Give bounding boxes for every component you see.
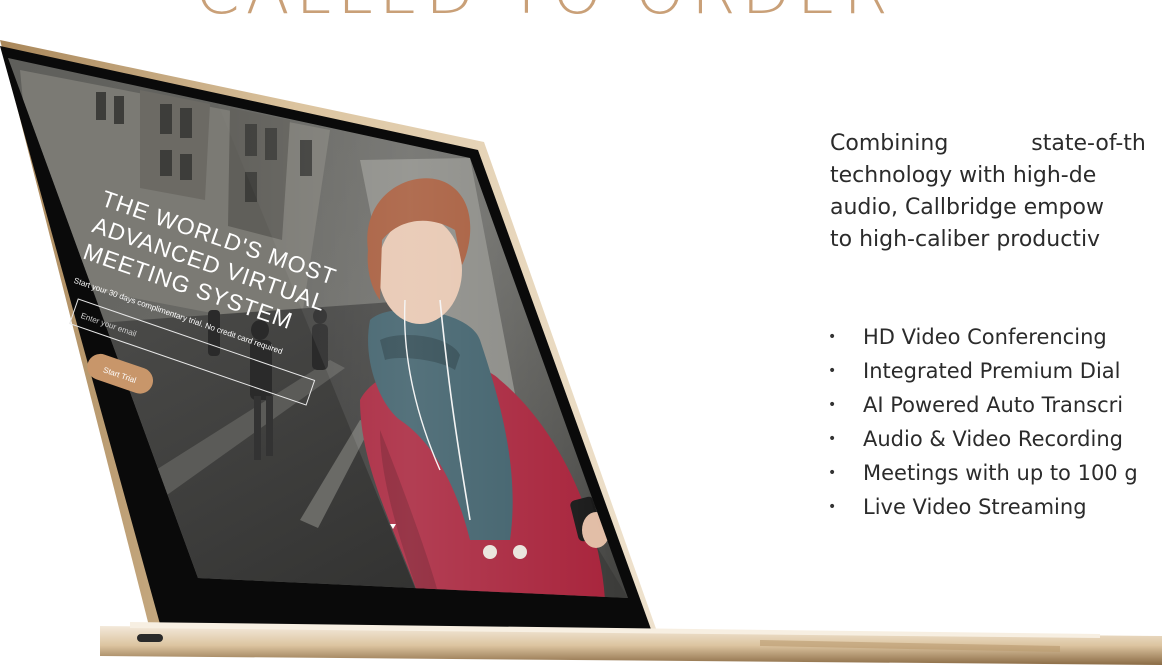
intro-line-2: technology with high-de [830,163,1097,188]
intro-line-4: to high-caliber productiv [830,227,1101,252]
intro-line-3: audio, Callbridge empow [830,195,1104,220]
feature-item: Audio & Video Recording [828,422,1162,456]
intro-line-1: Combining state-of-th [830,131,1146,156]
feature-item: Integrated Premium Dial [828,354,1162,388]
intro-paragraph: Combining state-of-th technology with hi… [830,128,1162,256]
feature-item: HD Video Conferencing [828,320,1162,354]
feature-item: Live Video Streaming [828,490,1162,524]
feature-item: AI Powered Auto Transcri [828,388,1162,422]
feature-item: Meetings with up to 100 g [828,456,1162,490]
laptop-base [100,622,1162,665]
feature-list: HD Video Conferencing Integrated Premium… [828,320,1162,524]
